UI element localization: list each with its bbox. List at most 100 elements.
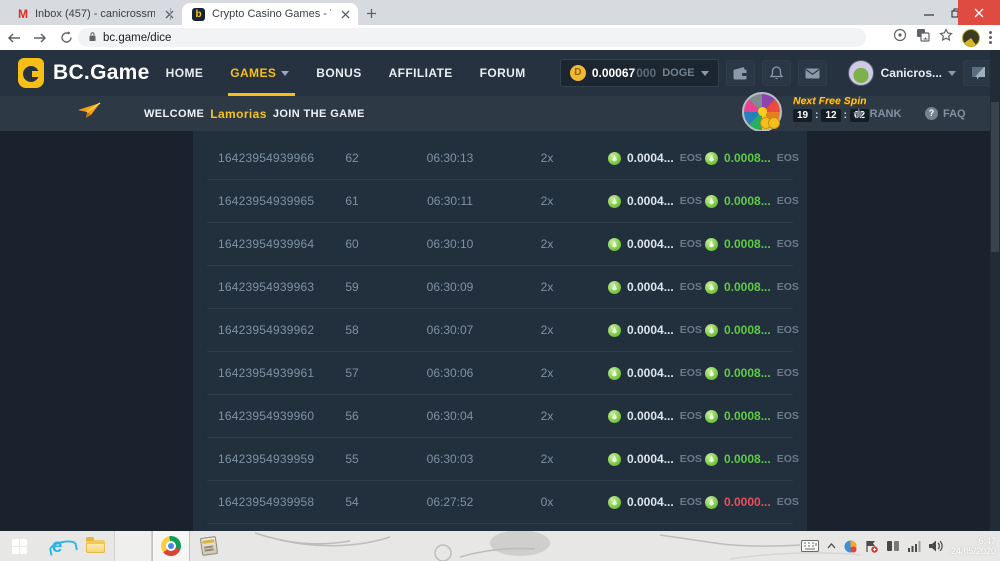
reload-icon[interactable] <box>54 28 78 48</box>
eos-coin-icon <box>608 367 621 380</box>
bet-row[interactable]: 164239549399646006:30:102x0.0004...EOS0.… <box>193 223 807 265</box>
window-minimize-button[interactable] <box>915 0 943 25</box>
bet-row[interactable]: 164239549399605606:30:042x0.0004...EOS0.… <box>193 395 807 437</box>
taskbar-app-slots: e <box>0 531 228 561</box>
user-avatar[interactable] <box>848 60 874 86</box>
bookmark-star-icon[interactable] <box>939 28 953 47</box>
eos-coin-icon <box>608 238 621 251</box>
nav-affiliate[interactable]: AFFILIATE <box>389 50 453 96</box>
faq-button[interactable]: ? FAQ <box>925 107 966 120</box>
https-lock-icon[interactable] <box>88 29 97 47</box>
window-close-button[interactable] <box>958 0 1000 25</box>
file-explorer-button[interactable] <box>76 531 114 561</box>
bet-time-cell: 06:30:13 <box>387 151 513 165</box>
tab-close-icon[interactable] <box>162 7 176 21</box>
balance-selector[interactable]: D 0.00067 000 DOGE <box>560 59 719 87</box>
internet-explorer-button[interactable]: e <box>38 531 76 561</box>
taskbar-clock[interactable]: 6:47 24/05/2020 <box>951 536 996 556</box>
touch-keyboard-icon[interactable] <box>801 540 819 552</box>
tray-app-icon[interactable] <box>844 540 857 553</box>
bet-amount-value: 0.0004... <box>627 280 674 294</box>
bet-row[interactable]: 164239549399595506:30:032x0.0004...EOS0.… <box>193 438 807 480</box>
profit-value: 0.0000... <box>724 495 771 509</box>
bet-amount-cell: 0.0004...EOS <box>581 409 697 423</box>
nav-bonus[interactable]: BONUS <box>316 50 361 96</box>
bet-id-cell: 16423954939958 <box>207 495 317 509</box>
nav-label: BONUS <box>316 66 361 80</box>
bcgame-favicon-icon: b <box>192 8 205 21</box>
forward-icon[interactable] <box>28 28 52 48</box>
chrome-icon <box>161 536 181 556</box>
notifications-button[interactable] <box>762 60 791 86</box>
payout-multiplier-cell: 2x <box>513 237 581 251</box>
profit-cell: 0.0008...EOS <box>697 151 799 165</box>
bet-row[interactable]: 164239549399666206:30:132x0.0004...EOS0.… <box>193 137 807 179</box>
browser-menu-icon[interactable] <box>989 31 992 44</box>
new-tab-button[interactable] <box>366 6 382 22</box>
windows-taskbar: e 6 <box>0 531 1000 561</box>
bet-amount-cell: 0.0004...EOS <box>581 151 697 165</box>
app-button-misc[interactable] <box>190 531 228 561</box>
tab-close-icon[interactable] <box>338 7 352 21</box>
tab-bcgame[interactable]: b Crypto Casino Games - The 8 Be <box>182 3 358 25</box>
profit-cell: 0.0008...EOS <box>697 323 799 337</box>
page-scrollbar[interactable] <box>990 50 1000 531</box>
bet-id-cell: 16423954939965 <box>207 194 317 208</box>
chevron-down-icon <box>948 71 956 76</box>
chevron-down-icon <box>701 71 709 76</box>
rank-button[interactable]: ★ RANK <box>853 107 901 120</box>
eos-coin-icon <box>705 281 718 294</box>
bet-row[interactable]: 164239549399635906:30:092x0.0004...EOS0.… <box>193 266 807 308</box>
people-icon[interactable] <box>886 540 900 552</box>
profit-currency-label: EOS <box>777 152 799 164</box>
header-right-cluster: D 0.00067 000 DOGE Canicros... <box>560 50 994 96</box>
address-bar[interactable]: bc.game/dice <box>78 28 866 47</box>
url-text[interactable]: bc.game/dice <box>103 32 171 44</box>
profit-currency-label: EOS <box>777 324 799 336</box>
system-tray: 6:47 24/05/2020 <box>801 531 996 561</box>
nav-games[interactable]: GAMES <box>230 50 289 96</box>
back-icon[interactable] <box>2 28 26 48</box>
nav-home[interactable]: HOME <box>166 50 204 96</box>
open-app-button[interactable] <box>114 531 152 561</box>
bcgame-logo[interactable]: BC.Game <box>18 58 150 88</box>
welcome-username[interactable]: Lamorias <box>210 107 267 121</box>
volume-icon[interactable] <box>929 540 943 552</box>
start-button[interactable] <box>0 531 38 561</box>
roll-number-cell: 55 <box>317 452 387 466</box>
wallet-button[interactable] <box>726 60 755 86</box>
send-to-devices-icon[interactable] <box>893 28 907 47</box>
bet-amount-cell: 0.0004...EOS <box>581 452 697 466</box>
nav-forum[interactable]: FORUM <box>480 50 526 96</box>
roll-number-cell: 57 <box>317 366 387 380</box>
nav-label: HOME <box>166 66 204 80</box>
bet-time-cell: 06:30:03 <box>387 452 513 466</box>
profit-cell: 0.0008...EOS <box>697 366 799 380</box>
bet-row[interactable]: 164239549399625806:30:072x0.0004...EOS0.… <box>193 309 807 351</box>
bet-row[interactable]: 164239549399585406:27:520x0.0004...EOS0.… <box>193 481 807 523</box>
wallet-icon <box>733 67 748 80</box>
user-menu[interactable]: Canicros... <box>881 66 956 80</box>
browser-profile-avatar[interactable] <box>962 29 980 47</box>
payout-multiplier-cell: 2x <box>513 280 581 294</box>
network-signal-icon[interactable] <box>908 541 921 552</box>
translate-icon[interactable] <box>916 28 930 47</box>
bet-amount-value: 0.0004... <box>627 323 674 337</box>
bet-id-cell: 16423954939962 <box>207 323 317 337</box>
tab-gmail[interactable]: M Inbox (457) - canicrossmaxx@gm <box>0 3 182 25</box>
messages-button[interactable] <box>798 60 827 86</box>
bet-row[interactable]: 164239549399615706:30:062x0.0004...EOS0.… <box>193 352 807 394</box>
profit-currency-label: EOS <box>777 410 799 422</box>
action-center-flag-icon[interactable] <box>865 540 878 553</box>
coins-icon <box>764 117 780 129</box>
timer-separator: : <box>815 110 818 121</box>
folder-icon <box>86 540 105 553</box>
eos-coin-icon <box>705 195 718 208</box>
windows-logo-icon <box>12 539 27 554</box>
chrome-button[interactable] <box>152 531 190 561</box>
eos-coin-icon <box>608 195 621 208</box>
scrollbar-thumb[interactable] <box>991 102 999 252</box>
bet-row[interactable]: 164239549399656106:30:112x0.0004...EOS0.… <box>193 180 807 222</box>
bet-amount-value: 0.0004... <box>627 452 674 466</box>
show-hidden-icons-chevron[interactable] <box>827 543 836 549</box>
